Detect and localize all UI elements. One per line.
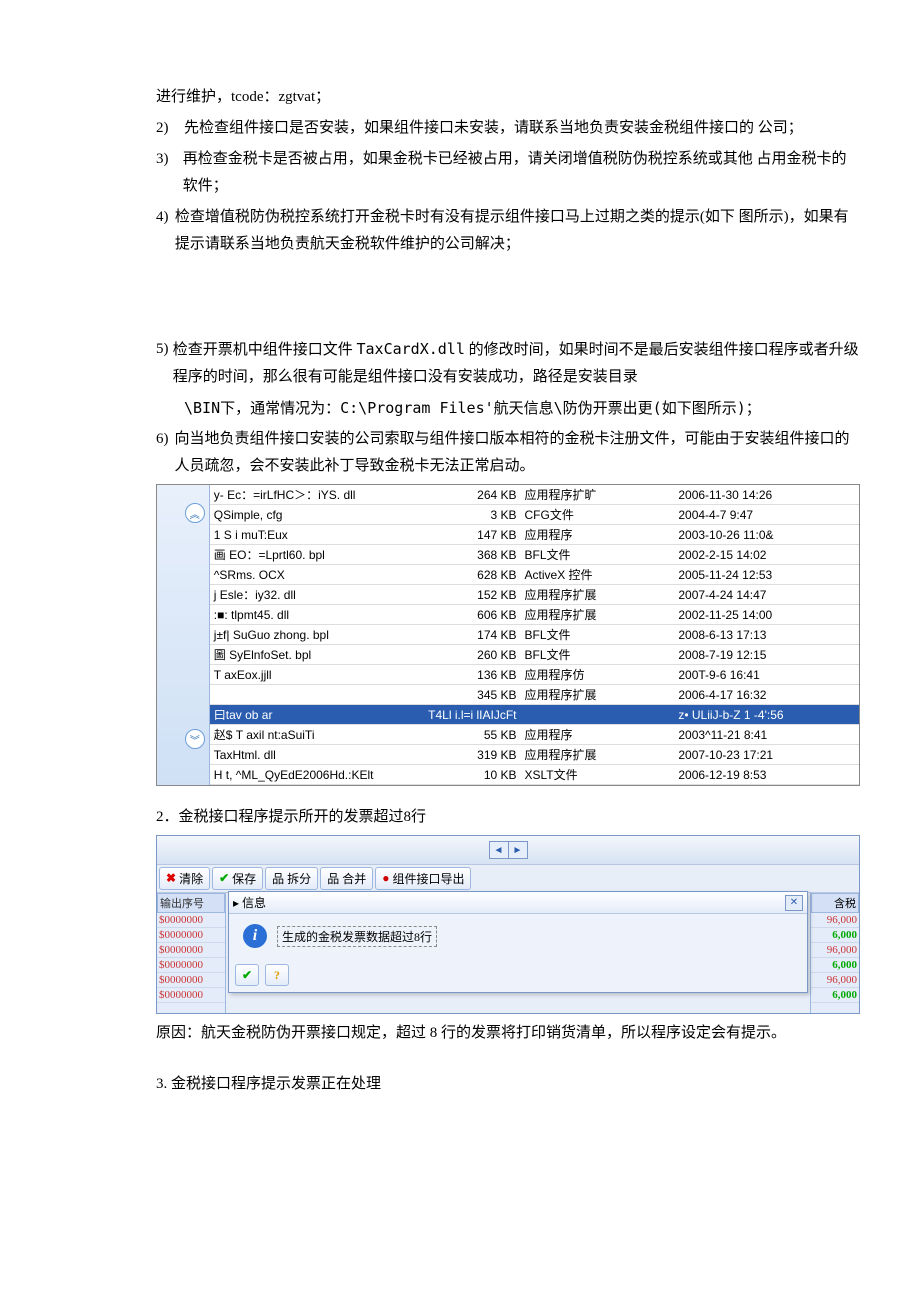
table-row[interactable]: 345 KB应用程序扩展2006-4-17 16:32 — [210, 685, 859, 705]
clear-button[interactable]: ✖清除 — [159, 867, 210, 890]
help-button[interactable]: ? — [265, 964, 289, 986]
info-icon: i — [243, 924, 267, 948]
list-item: $0000000 — [157, 988, 225, 1003]
text-5c: \BIN下，通常情况为：C:\Program Files'航天信息\防伪开票出更… — [60, 395, 860, 422]
right-header: 含税 — [811, 893, 859, 913]
app-titlebar: ◄ ► — [157, 836, 859, 865]
table-row[interactable]: T axEox.jjll136 KB应用程序仿200T-9-6 16:41 — [210, 665, 859, 685]
table-row[interactable]: 曰tav ob arT4Ll i.l=i lIAIJcFtz• ULiiJ-b-… — [210, 705, 859, 725]
table-row[interactable]: y- Ec：=irLfHC＞：iYS. dll264 KB应用程序扩旷2006-… — [210, 485, 859, 505]
close-icon[interactable]: ✕ — [785, 895, 803, 911]
list-item: 6,000 — [811, 988, 859, 1003]
merge-icon: 品 — [327, 870, 339, 887]
spacer — [60, 262, 860, 332]
dialog-title-text: 信息 — [242, 896, 266, 910]
chevron-up-icon[interactable]: ︽ — [185, 503, 205, 523]
split-label: 拆分 — [287, 870, 311, 887]
maintain-line: 进行维护，tcode：zgtvat； — [60, 84, 860, 111]
text-5a: 检查开票机中组件接口文件 — [173, 342, 357, 358]
dialog-message: 生成的金税发票数据超过8行 — [277, 926, 437, 947]
table-row[interactable]: 赵$ T axil nt:aSuiTi55 KB应用程序2003^11-21 8… — [210, 725, 859, 745]
list-item: $0000000 — [157, 958, 225, 973]
table-row[interactable]: TaxHtml. dll319 KB应用程序扩展2007-10-23 17:21 — [210, 745, 859, 765]
split-icon: 品 — [272, 870, 284, 887]
section-2-title: 2．金税接口程序提示所开的发票超过8行 — [60, 804, 860, 831]
item-6: 6) 向当地负责组件接口安装的公司索取与组件接口版本相符的金税卡注册文件，可能由… — [60, 426, 860, 480]
left-header: 输出序号 — [157, 893, 225, 913]
toolbar: ✖清除 ✔保存 品拆分 品合并 ●组件接口导出 — [157, 865, 859, 893]
table-row[interactable]: 圖 SyElnfoSet. bpl260 KBBFL文件2008-7-19 12… — [210, 645, 859, 665]
num-6: 6) — [156, 426, 175, 480]
text-3: 再检查金税卡是否被占用，如果金税卡已经被占用，请关闭增值税防伪税控系统或其他 占… — [183, 146, 860, 200]
item-3: 3) 再检查金税卡是否被占用，如果金税卡已经被占用，请关闭增值税防伪税控系统或其… — [60, 146, 860, 200]
file-name: TaxCardX.dll — [356, 340, 464, 358]
list-item: $0000000 — [157, 928, 225, 943]
cause-text: 原因：航天金税防伪开票接口规定，超过 8 行的发票将打印销货清单，所以程序设定会… — [60, 1020, 860, 1047]
text-4: 检查增值税防伪税控系统打开金税卡时有没有提示组件接口马上过期之类的提示(如下 图… — [175, 204, 860, 258]
text-6: 向当地负责组件接口安装的公司索取与组件接口版本相符的金税卡注册文件，可能由于安装… — [175, 426, 860, 480]
nav-arrows: ◄ ► — [489, 841, 528, 859]
num-3: 3) — [156, 146, 183, 200]
table-row[interactable]: 1 S i muT:Eux147 KB应用程序2003-10-26 11:0& — [210, 525, 859, 545]
text-5: 检查开票机中组件接口文件 TaxCardX.dll 的修改时间，如果时间不是最后… — [173, 336, 860, 391]
table-row[interactable]: j Esle：iy32. dll152 KB应用程序扩展2007-4-24 14… — [210, 585, 859, 605]
item-2: 2) 先检查组件接口是否安装，如果组件接口未安装，请联系当地负责安装金税组件接口… — [60, 115, 860, 142]
left-column: 输出序号 $0000000$0000000$0000000$0000000$00… — [157, 893, 226, 1013]
info-dialog: ▸ 信息 ✕ i 生成的金税发票数据超过8行 ✔ ? — [228, 891, 808, 993]
list-item: 96,000 — [811, 973, 859, 988]
item-5: 5) 检查开票机中组件接口文件 TaxCardX.dll 的修改时间，如果时间不… — [60, 336, 860, 391]
num-2: 2) — [156, 115, 184, 142]
check-icon: ✔ — [219, 871, 229, 886]
text-2: 先检查组件接口是否安装，如果组件接口未安装，请联系当地负责安装金税组件接口的 公… — [184, 115, 803, 142]
save-button[interactable]: ✔保存 — [212, 867, 263, 890]
dialog-title: ▸ 信息 — [233, 894, 266, 911]
file-table: y- Ec：=irLfHC＞：iYS. dll264 KB应用程序扩旷2006-… — [210, 485, 859, 785]
right-column: 含税 96,0006,00096,0006,00096,0006,000 — [810, 893, 859, 1013]
list-item: 6,000 — [811, 928, 859, 943]
clear-label: 清除 — [179, 870, 203, 887]
app-body: 输出序号 $0000000$0000000$0000000$0000000$00… — [157, 893, 859, 1013]
table-row[interactable]: QSimple, cfg3 KBCFG文件2004-4-7 9:47 — [210, 505, 859, 525]
export-button[interactable]: ●组件接口导出 — [375, 867, 471, 890]
list-item: 96,000 — [811, 913, 859, 928]
dialog-body: i 生成的金税发票数据超过8行 — [229, 914, 807, 958]
chevron-down-icon[interactable]: ︾ — [185, 729, 205, 749]
app-window: ◄ ► ✖清除 ✔保存 品拆分 品合并 ●组件接口导出 输出序号 $000000… — [156, 835, 860, 1014]
explorer-sidebar: ︽ ︾ — [157, 485, 210, 785]
file-explorer: ︽ ︾ y- Ec：=irLfHC＞：iYS. dll264 KB应用程序扩旷2… — [156, 484, 860, 786]
num-5: 5) — [156, 336, 173, 391]
split-button[interactable]: 品拆分 — [265, 867, 318, 890]
list-item: $0000000 — [157, 973, 225, 988]
nav-right-icon[interactable]: ► — [509, 842, 527, 858]
x-icon: ✖ — [166, 871, 176, 886]
table-row[interactable]: j±f| SuGuo zhong. bpl174 KBBFL文件2008-6-1… — [210, 625, 859, 645]
main-area: ▸ 信息 ✕ i 生成的金税发票数据超过8行 ✔ ? — [226, 893, 810, 1013]
ok-button[interactable]: ✔ — [235, 964, 259, 986]
item-4: 4) 检查增值税防伪税控系统打开金税卡时有没有提示组件接口马上过期之类的提示(如… — [60, 204, 860, 258]
section-3-title: 3. 金税接口程序提示发票正在处理 — [60, 1071, 860, 1098]
merge-label: 合并 — [342, 870, 366, 887]
save-label: 保存 — [232, 870, 256, 887]
table-row[interactable]: H t, ^ML_QyEdE2006Hd.:KElt10 KBXSLT文件200… — [210, 765, 859, 785]
export-icon: ● — [382, 871, 389, 886]
list-item: $0000000 — [157, 913, 225, 928]
merge-button[interactable]: 品合并 — [320, 867, 373, 890]
export-label: 组件接口导出 — [392, 870, 464, 887]
table-row[interactable]: :■: tlpmt45. dll606 KB应用程序扩展2002-11-25 1… — [210, 605, 859, 625]
list-item: $0000000 — [157, 943, 225, 958]
dialog-titlebar: ▸ 信息 ✕ — [229, 892, 807, 914]
nav-left-icon[interactable]: ◄ — [490, 842, 509, 858]
list-item: 96,000 — [811, 943, 859, 958]
dialog-buttons: ✔ ? — [229, 958, 807, 992]
num-4: 4) — [156, 204, 175, 258]
table-row[interactable]: ^SRms. OCX628 KBActiveX 控件2005-11-24 12:… — [210, 565, 859, 585]
list-item: 6,000 — [811, 958, 859, 973]
table-row[interactable]: 画 EO：=Lprtl60. bpl368 KBBFL文件2002-2-15 1… — [210, 545, 859, 565]
